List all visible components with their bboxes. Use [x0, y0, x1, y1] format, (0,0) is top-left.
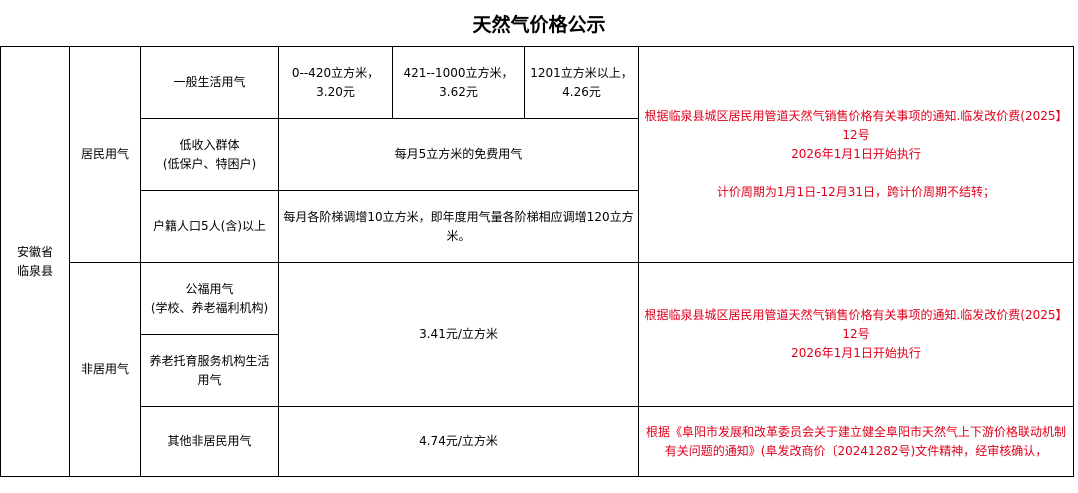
other-non-residential-note: 根据《阜阳市发展和改革委员会关于建立健全阜阳市天然气上下游价格联动机制有关问题的…	[638, 406, 1074, 477]
tier-2-price: 3.62元	[439, 84, 478, 99]
public-welfare-label-detail: (学校、养老福利机构)	[150, 300, 269, 315]
public-welfare-label: 公福用气 (学校、养老福利机构)	[140, 262, 279, 335]
non-residential-category: 非居用气	[69, 262, 141, 477]
tier-2-range: 421--1000立方米，	[403, 65, 514, 80]
page-title: 天然气价格公示	[472, 13, 606, 36]
non-residential-note-policy: 根据临泉县城区居民用管道天然气销售价格有关事项的通知.临发改价费(2025】12…	[644, 308, 1068, 341]
low-income-value: 每月5立方米的免费用气	[278, 118, 639, 191]
public-welfare-label-title: 公福用气	[185, 281, 234, 296]
tier-3-range: 1201立方米以上，	[530, 65, 633, 80]
tier-1-cell: 0--420立方米， 3.20元	[278, 46, 393, 119]
residential-note-effective-date: 2026年1月1日开始执行	[791, 147, 921, 161]
general-use-label: 一般生活用气	[140, 46, 279, 119]
shared-price: 3.41元/立方米	[278, 262, 639, 407]
table-row: 安徽省 临泉县 居民用气 一般生活用气 0--420立方米， 3.20元 421…	[0, 46, 1074, 477]
low-income-label: 低收入群体 (低保户、特困户)	[140, 118, 279, 191]
elderly-care-label: 养老托育服务机构生活用气	[140, 334, 279, 407]
table-row: 其他非居民用气 4.74元/立方米 根据《阜阳市发展和改革委员会关于建立健全阜阳…	[1, 406, 1074, 477]
tier-1-price: 3.20元	[316, 84, 355, 99]
household-value: 每月各阶梯调增10立方米，即年度用气量各阶梯相应调增120立方米。	[278, 190, 639, 263]
price-table: 安徽省 临泉县 居民用气 一般生活用气 0--420立方米， 3.20元 421…	[0, 46, 1074, 477]
low-income-label-detail: (低保户、特困户)	[162, 156, 257, 171]
table-row: 非居用气 公福用气 (学校、养老福利机构) 3.41元/立方米 根据临泉县城区居…	[1, 262, 1074, 477]
low-income-label-title: 低收入群体	[179, 137, 240, 152]
region-province: 安徽省	[16, 244, 53, 259]
non-residential-note-effective-date: 2026年1月1日开始执行	[791, 346, 921, 360]
other-non-residential-price: 4.74元/立方米	[278, 406, 639, 477]
tier-1-range: 0--420立方米，	[291, 65, 380, 80]
residential-category: 居民用气	[69, 46, 141, 263]
other-non-residential-label: 其他非居民用气	[140, 406, 279, 477]
tier-2-cell: 421--1000立方米， 3.62元	[392, 46, 525, 119]
residential-note: 根据临泉县城区居民用管道天然气销售价格有关事项的通知.临发改价费(2025】12…	[638, 46, 1074, 263]
household-label: 户籍人口5人(含)以上	[140, 190, 279, 263]
residential-note-policy: 根据临泉县城区居民用管道天然气销售价格有关事项的通知.临发改价费(2025】12…	[644, 109, 1068, 142]
region-cell: 安徽省 临泉县	[0, 46, 70, 477]
tier-3-cell: 1201立方米以上， 4.26元	[524, 46, 639, 119]
non-residential-note: 根据临泉县城区居民用管道天然气销售价格有关事项的通知.临发改价费(2025】12…	[638, 262, 1074, 407]
region-county: 临泉县	[16, 263, 53, 278]
residential-note-billing-cycle: 计价周期为1月1日-12月31日，跨计价周期不结转；	[716, 185, 996, 199]
tier-3-price: 4.26元	[562, 84, 601, 99]
